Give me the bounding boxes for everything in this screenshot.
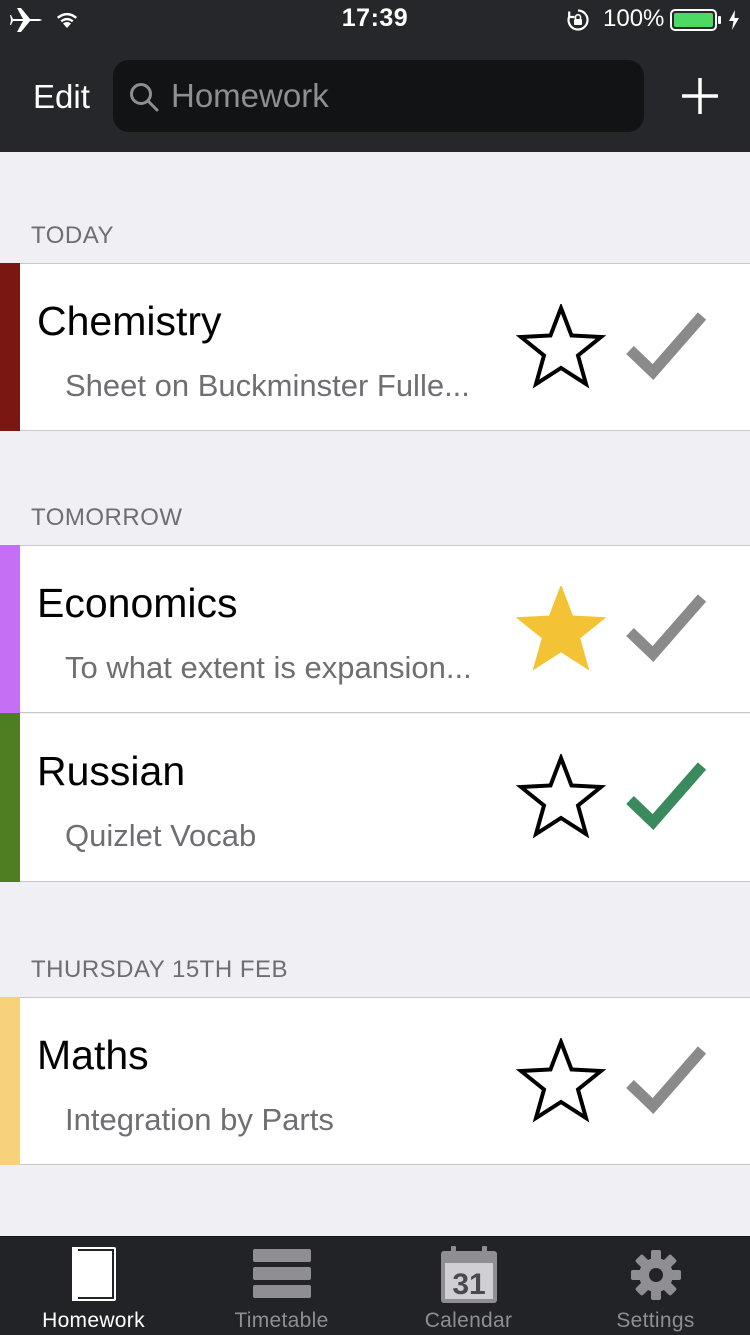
gear-icon [630,1250,681,1300]
tab-label: Timetable [234,1309,329,1332]
subject-title: Chemistry [37,298,222,344]
subject-color-bar [0,545,20,713]
homework-row[interactable]: Maths Integration by Parts [0,997,750,1165]
checkmark-icon[interactable] [624,590,708,666]
star-icon[interactable] [516,586,606,672]
calendar-icon: 31 [440,1246,497,1303]
tab-label: Settings [616,1309,695,1332]
homework-row[interactable]: Russian Quizlet Vocab [0,713,750,882]
tab-homework[interactable]: Homework [0,1237,187,1335]
battery-icon [670,9,721,31]
section-header-thursday: THURSDAY 15TH FEB [31,956,288,983]
section-header-today: TODAY [31,222,114,249]
tab-bar: Homework Timetable 31 Calendar Settings [0,1236,750,1335]
tab-label: Calendar [424,1309,513,1332]
top-bar: 17:39 100% Edit [0,0,750,152]
checkmark-icon[interactable] [624,758,708,834]
edit-button[interactable]: Edit [33,78,90,116]
tab-timetable[interactable]: Timetable [188,1237,375,1335]
subject-color-bar [0,263,20,431]
tab-settings[interactable]: Settings [562,1237,749,1335]
star-icon[interactable] [516,304,606,390]
status-bar: 17:39 100% [0,0,750,40]
subject-color-bar [0,713,20,882]
subject-title: Russian [37,748,186,794]
subject-title: Maths [37,1032,149,1078]
homework-row[interactable]: Economics To what extent is expansion... [0,545,750,713]
star-icon[interactable] [516,754,606,840]
rotation-lock-icon [567,9,589,31]
subject-color-bar [0,997,20,1165]
homework-description: Sheet on Buckminster Fulle... [65,368,470,403]
tab-label: Homework [42,1309,145,1332]
homework-description: Integration by Parts [65,1102,334,1137]
timetable-icon [252,1249,311,1298]
plus-icon[interactable] [680,76,720,116]
homework-description: Quizlet Vocab [65,818,257,853]
homework-description: To what extent is expansion... [65,650,472,685]
charging-bolt-icon [729,10,739,30]
star-icon[interactable] [516,1038,606,1124]
book-icon [71,1247,116,1301]
checkmark-icon[interactable] [624,1042,708,1118]
nav-bar: Edit [0,56,750,136]
section-header-tomorrow: TOMORROW [31,504,183,531]
tab-calendar[interactable]: 31 Calendar [375,1237,562,1335]
search-icon [130,83,159,112]
homework-row[interactable]: Chemistry Sheet on Buckminster Fulle... [0,263,750,431]
subject-title: Economics [37,580,238,626]
battery-percent: 100% [603,5,665,32]
calendar-day-number: 31 [452,1268,485,1301]
search-input[interactable] [171,70,621,122]
search-field[interactable] [113,60,644,132]
checkmark-icon[interactable] [624,308,708,384]
